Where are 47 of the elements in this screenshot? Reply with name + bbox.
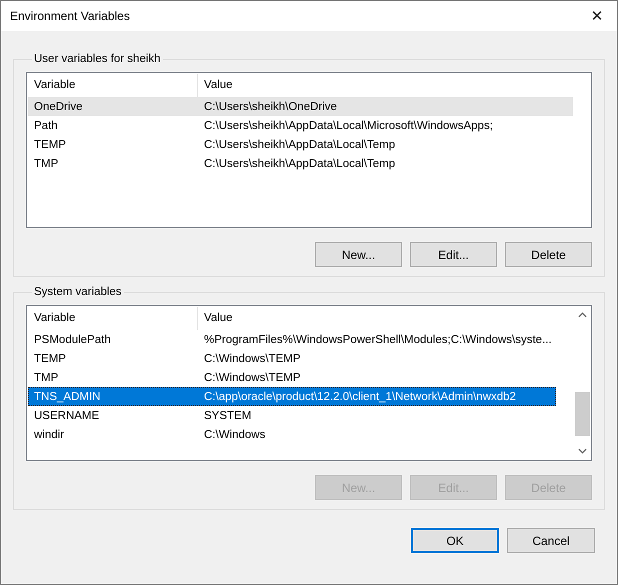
group-label: System variables (33, 286, 123, 298)
variable-row[interactable]: PSModulePath %ProgramFiles%\WindowsPowerShell\Modules;C:\Windows\syste... (28, 330, 556, 349)
variable-name: windir (33, 428, 66, 440)
variable-list[interactable]: Variable Value OneDrive C:\Users\sheikh\OneDrive Path C:\Users\sheikh\AppData\Local\Microsoft\WindowsApps; TEMP C:\Users\sheikh\AppData\Local\Temp TMP C:\Users\sheikh\AppData\Local\Temp (26, 72, 592, 228)
column-header[interactable]: Variable (28, 307, 198, 330)
dialog-button[interactable]: Cancel (507, 528, 595, 553)
variable-value: C:\Windows\TEMP (203, 352, 302, 364)
variable-row[interactable]: TEMP C:\Windows\TEMP (28, 349, 556, 368)
variable-name: TEMP (33, 352, 67, 364)
variable-name: TEMP (33, 138, 67, 150)
action-button[interactable]: New... (315, 242, 402, 267)
variable-value: C:\Windows (203, 428, 266, 440)
variable-name: TMP (33, 158, 60, 170)
action-button[interactable]: Edit... (410, 242, 497, 267)
variable-list[interactable] (26, 305, 592, 461)
variable-name: TMP (33, 372, 60, 384)
variable-name: Path (33, 120, 59, 132)
variable-row[interactable]: TNS_ADMIN C:\app\oracle\product\12.2.0\client_1\Network\Admin\nwxdb2 (28, 387, 556, 406)
column-header[interactable]: Value (198, 307, 574, 330)
variable-row[interactable]: USERNAME SYSTEM (28, 406, 556, 425)
scrollbar-thumb[interactable] (575, 392, 590, 436)
variable-row[interactable]: Path C:\Users\sheikh\AppData\Local\Microsoft\WindowsApps; (28, 116, 573, 135)
variable-row[interactable]: TEMP C:\Users\sheikh\AppData\Local\Temp (28, 135, 573, 154)
variable-row[interactable]: TMP C:\Users\sheikh\AppData\Local\Temp (28, 154, 573, 173)
variable-value: C:\Windows\TEMP (203, 372, 302, 384)
variable-name: PSModulePath (33, 334, 112, 346)
variable-value: %ProgramFiles%\WindowsPowerShell\Modules;C:\Windows\syste... (203, 334, 553, 346)
variable-value: C:\Users\sheikh\AppData\Local\Temp (203, 138, 396, 150)
variable-name: OneDrive (33, 100, 84, 112)
scroll-up-icon[interactable] (578, 312, 587, 318)
variable-name: TNS_ADMIN (33, 390, 102, 402)
close-button[interactable]: ✕ (577, 1, 617, 31)
action-button[interactable]: Delete (505, 242, 592, 267)
group-label: User variables for sheikh (33, 53, 162, 65)
variable-row[interactable]: TMP C:\Windows\TEMP (28, 368, 556, 387)
variable-value: C:\Users\sheikh\AppData\Local\Temp (203, 158, 396, 170)
variable-value: C:\Users\sheikh\OneDrive (203, 100, 338, 112)
variable-row[interactable]: OneDrive C:\Users\sheikh\OneDrive (28, 97, 573, 116)
variable-value: C:\app\oracle\product\12.2.0\client_1\Network\Admin\nwxdb2 (203, 390, 517, 402)
scroll-down-icon[interactable] (578, 448, 587, 454)
dialog-button[interactable]: OK (411, 528, 499, 553)
window-title: Environment Variables (9, 9, 130, 23)
column-header[interactable]: Value (198, 74, 591, 97)
variable-name: USERNAME (33, 410, 100, 422)
variable-value: C:\Users\sheikh\AppData\Local\Microsoft\WindowsApps; (203, 120, 494, 132)
variable-row[interactable]: windir C:\Windows (28, 425, 556, 444)
variable-value: SYSTEM (203, 410, 252, 422)
